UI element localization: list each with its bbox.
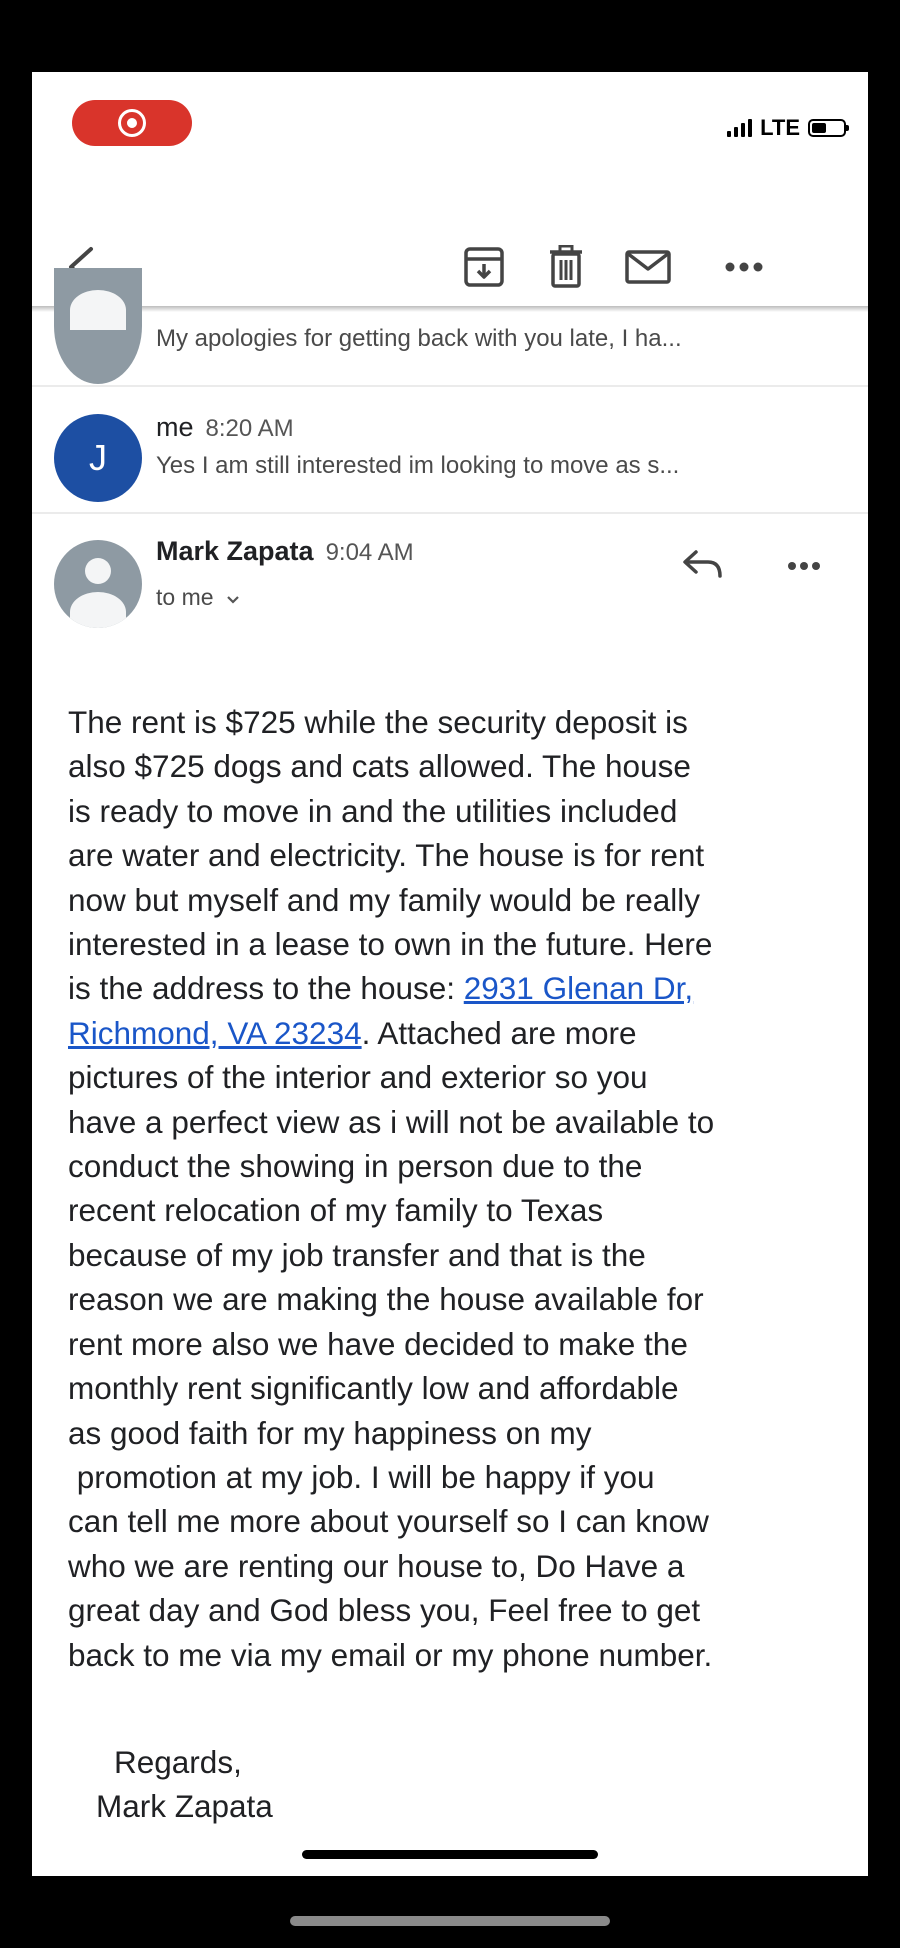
collapsed-message[interactable]: J me 8:20 AM Yes I am still interested im…	[32, 387, 868, 512]
outer-home-indicator	[290, 1916, 610, 1926]
archive-icon	[464, 247, 504, 287]
message-sender: Mark Zapata 9:04 AM	[156, 536, 414, 567]
body-text-part1: The rent is $725 while the security depo…	[68, 704, 713, 1007]
message-body: The rent is $725 while the security depo…	[68, 700, 858, 1677]
sender-name: me	[156, 412, 194, 442]
more-icon	[725, 262, 763, 272]
avatar-head	[85, 558, 111, 584]
mark-unread-button[interactable]	[621, 240, 675, 294]
signal-icon	[727, 119, 753, 137]
collapsed-message[interactable]: My apologies for getting back with you l…	[32, 268, 868, 384]
network-label: LTE	[760, 115, 800, 140]
chevron-down-icon	[227, 596, 239, 604]
screen-record-indicator[interactable]	[72, 100, 192, 146]
delete-button[interactable]	[539, 240, 593, 294]
open-message-header: Mark Zapata 9:04 AM to me	[32, 514, 868, 694]
message-sender: me 8:20 AM	[156, 412, 294, 443]
message-time: 9:04 AM	[325, 539, 414, 566]
message-snippet: My apologies for getting back with you l…	[156, 325, 682, 352]
message-time: 8:20 AM	[205, 415, 294, 442]
signoff: Regards,	[114, 1744, 242, 1780]
body-text-part2: . Attached are more pictures of the inte…	[68, 1014, 715, 1673]
avatar	[54, 268, 142, 384]
status-bar: LTE	[727, 115, 849, 140]
avatar-body	[70, 592, 126, 628]
message-snippet: Yes I am still interested im looking to …	[156, 452, 680, 479]
message-more-button[interactable]	[787, 558, 821, 576]
signature-block: Regards, Mark Zapata	[96, 1740, 273, 1828]
home-indicator	[302, 1850, 598, 1859]
reply-icon	[683, 550, 722, 578]
more-icon	[788, 562, 820, 570]
recipient-toggle[interactable]: to me	[156, 584, 240, 611]
avatar-silhouette	[70, 290, 126, 330]
battery-icon	[808, 119, 849, 137]
mail-icon	[625, 250, 671, 284]
sender-name: Mark Zapata	[156, 536, 314, 566]
email-screen: LTE My apologies for getting back with y…	[32, 72, 868, 1876]
address-line2: Richmond, VA 23234	[68, 1014, 362, 1051]
reply-button[interactable]	[682, 548, 724, 585]
signature-name: Mark Zapata	[96, 1788, 273, 1824]
address-line1: 2931 Glenan Dr,	[463, 970, 694, 1007]
recipient-label: to me	[156, 584, 214, 610]
trash-icon	[550, 245, 582, 288]
more-options-button[interactable]	[717, 240, 771, 294]
record-icon	[118, 109, 146, 137]
avatar: J	[54, 414, 142, 502]
avatar	[54, 540, 142, 628]
archive-button[interactable]	[457, 240, 511, 294]
